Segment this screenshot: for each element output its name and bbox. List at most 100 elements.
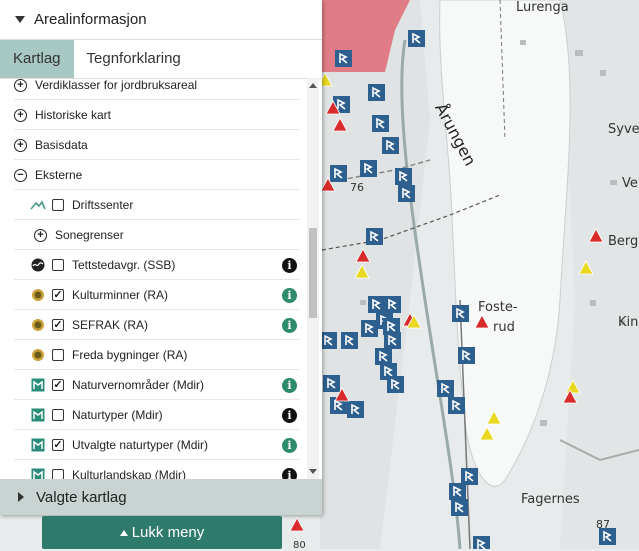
layer-panel: Arealinformasjon Kartlag Tegnforklaring … (0, 0, 322, 515)
place-label: Fagernes (521, 492, 580, 507)
map-marker-icon[interactable] (437, 380, 454, 397)
layer-row[interactable]: Naturtyper (Mdir) i (0, 400, 308, 430)
tab-kartlag[interactable]: Kartlag (0, 40, 74, 78)
map-marker-icon[interactable] (387, 376, 404, 393)
panel-header[interactable]: Arealinformasjon (0, 0, 322, 40)
layer-row[interactable]: Driftssenter (0, 190, 308, 220)
close-menu-button[interactable]: Lukk meny (42, 516, 282, 549)
map-marker-icon[interactable] (461, 468, 478, 485)
seal-icon (30, 348, 46, 362)
layer-subgroup-row[interactable]: + Sonegrenser (0, 220, 308, 250)
selected-layers-label: Valgte kartlag (36, 488, 127, 506)
map-marker-icon[interactable] (384, 332, 401, 349)
collapse-minus-icon[interactable]: − (14, 168, 27, 182)
info-icon[interactable]: i (282, 437, 297, 453)
info-icon[interactable]: i (282, 377, 297, 393)
map-marker-icon[interactable] (368, 84, 385, 101)
nature-icon (30, 438, 46, 452)
layer-group-label: Sonegrenser (55, 228, 124, 242)
panel-tabs: Kartlag Tegnforklaring (0, 40, 322, 79)
layer-list: + Verdiklasser for jordbruksareal + Hist… (0, 78, 308, 479)
layer-label: Freda bygninger (RA) (72, 348, 188, 362)
map-marker-icon[interactable] (361, 320, 378, 337)
map-marker-icon[interactable] (323, 375, 340, 392)
layer-checkbox-checked[interactable]: ✓ (52, 289, 64, 301)
map-marker-icon[interactable] (384, 296, 401, 313)
layer-group-label: Basisdata (35, 138, 88, 152)
mountain-icon (30, 198, 46, 212)
info-icon[interactable]: i (282, 317, 297, 333)
layer-checkbox[interactable] (52, 409, 64, 421)
layer-row[interactable]: ✓ Naturvernområder (Mdir) i (0, 370, 308, 400)
scroll-down-icon[interactable] (309, 469, 317, 474)
map-marker-icon[interactable] (368, 296, 385, 313)
road-number: 87 (596, 518, 610, 531)
layer-checkbox-checked[interactable]: ✓ (52, 439, 64, 451)
scroll-up-icon[interactable] (309, 83, 317, 88)
layer-row[interactable]: Freda bygninger (RA) (0, 340, 308, 370)
info-icon[interactable]: i (282, 257, 297, 273)
map-marker-icon[interactable] (375, 348, 392, 365)
layer-checkbox-checked[interactable]: ✓ (52, 379, 64, 391)
layer-row[interactable]: ✓ Utvalgte naturtyper (Mdir) i (0, 430, 308, 460)
selected-layers-bar[interactable]: Valgte kartlag (0, 479, 322, 515)
layer-group-row[interactable]: + Basisdata (0, 130, 308, 160)
map-marker-icon[interactable] (341, 332, 358, 349)
place-label: Berg (608, 234, 639, 249)
layer-checkbox[interactable] (52, 199, 64, 211)
layer-row[interactable]: Kulturlandskap (Mdir) i (0, 460, 308, 479)
layer-checkbox-checked[interactable]: ✓ (52, 319, 64, 331)
place-label: Ve (622, 176, 638, 191)
map-marker-icon[interactable] (395, 168, 412, 185)
map-marker-icon[interactable] (398, 185, 415, 202)
info-icon[interactable]: i (282, 287, 297, 303)
map-marker-icon[interactable] (335, 50, 352, 67)
expand-plus-icon[interactable]: + (34, 228, 47, 242)
expand-plus-icon[interactable]: + (14, 78, 27, 92)
map-marker-icon[interactable] (408, 30, 425, 47)
layer-label: Naturtyper (Mdir) (72, 408, 163, 422)
layer-label: Naturvernområder (Mdir) (72, 378, 205, 392)
caret-up-icon (119, 529, 128, 536)
layer-label: Kulturlandskap (Mdir) (72, 468, 187, 479)
map-marker-icon[interactable] (360, 160, 377, 177)
map-marker-icon[interactable] (449, 483, 466, 500)
map-marker-icon[interactable] (452, 305, 469, 322)
map-marker-icon[interactable] (473, 536, 490, 549)
map-marker-icon[interactable] (382, 137, 399, 154)
road-number: 76 (350, 181, 364, 194)
seal-icon (30, 318, 46, 332)
layer-checkbox[interactable] (52, 469, 64, 479)
place-label: Syver (608, 122, 639, 137)
expand-plus-icon[interactable]: + (14, 138, 27, 152)
layer-label: SEFRAK (RA) (72, 318, 149, 332)
collapse-caret-icon[interactable] (15, 16, 25, 23)
layer-row[interactable]: ✓ SEFRAK (RA) i (0, 310, 308, 340)
scroll-thumb[interactable] (309, 228, 317, 318)
layer-row[interactable]: ✓ Kulturminner (RA) i (0, 280, 308, 310)
layer-list-scrollbar[interactable] (307, 78, 319, 479)
map-marker-icon[interactable] (458, 347, 475, 364)
layer-group-label: Verdiklasser for jordbruksareal (35, 78, 198, 92)
layer-checkbox[interactable] (52, 259, 64, 271)
map-marker-icon[interactable] (320, 332, 337, 349)
map-marker-icon[interactable] (372, 115, 389, 132)
tab-tegnforklaring[interactable]: Tegnforklaring (74, 40, 194, 78)
layer-checkbox[interactable] (52, 349, 64, 361)
info-icon[interactable]: i (282, 407, 297, 423)
map-marker-icon[interactable] (330, 165, 347, 182)
map-marker-icon[interactable] (366, 228, 383, 245)
layer-group-row[interactable]: + Historiske kart (0, 100, 308, 130)
layer-group-row[interactable]: − Eksterne (0, 160, 308, 190)
map-marker-icon[interactable] (451, 499, 468, 516)
nature-icon (30, 468, 46, 479)
nature-icon (30, 408, 46, 422)
map-marker-icon[interactable] (448, 397, 465, 414)
map-marker-icon[interactable] (347, 401, 364, 418)
expand-plus-icon[interactable]: + (14, 108, 27, 122)
layer-label: Tettstedavgr. (SSB) (72, 258, 176, 272)
layer-row[interactable]: Tettstedavgr. (SSB) i (0, 250, 308, 280)
layer-group-row[interactable]: + Verdiklasser for jordbruksareal (0, 78, 308, 100)
expand-caret-icon[interactable] (18, 492, 24, 502)
info-icon[interactable]: i (282, 467, 297, 479)
